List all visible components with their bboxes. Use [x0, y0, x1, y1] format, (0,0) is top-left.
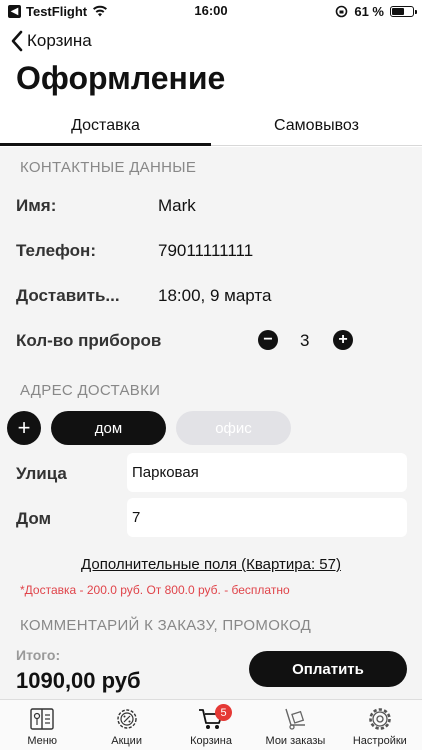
delivery-tabs: Доставка Самовывоз	[0, 108, 422, 146]
cutlery-label: Кол-во приборов	[16, 331, 162, 350]
wifi-icon	[93, 5, 108, 17]
comment-header[interactable]: КОММЕНТАРИЙ К ЗАКАЗУ, ПРОМОКОД	[20, 617, 311, 634]
tabbar-item-cart[interactable]: 5 Корзина	[169, 700, 253, 750]
add-address-button[interactable]: +	[7, 411, 41, 445]
name-label: Имя:	[16, 196, 57, 215]
battery-percent: 61 %	[354, 3, 384, 19]
back-button[interactable]: Корзина	[10, 30, 92, 52]
cutlery-minus-button[interactable]: −	[258, 330, 278, 350]
tabbar-item-menu[interactable]: Меню	[0, 700, 84, 750]
tabbar-label: Настройки	[352, 735, 407, 747]
tab-delivery[interactable]: Доставка	[0, 108, 211, 146]
status-bar: ◀ TestFlight 16:00 61 %	[0, 0, 422, 22]
contact-header: КОНТАКТНЫЕ ДАННЫЕ	[20, 159, 197, 176]
address-header: АДРЕС ДОСТАВКИ	[20, 382, 161, 399]
delivery-time-label: Доставить...	[16, 286, 120, 305]
tabbar-label: Меню	[27, 735, 58, 747]
phone-label: Телефон:	[16, 241, 96, 260]
tab-pickup[interactable]: Самовывоз	[211, 108, 422, 145]
total-value: 1090,00 руб	[16, 668, 141, 693]
battery-icon	[390, 5, 417, 17]
page-title: Оформление	[16, 60, 226, 96]
tabbar-label: Акции	[111, 735, 142, 747]
tabbar-item-settings[interactable]: Настройки	[338, 700, 422, 750]
address-chip-office[interactable]: офис	[176, 411, 291, 445]
phone-value[interactable]: 79011111111	[158, 241, 253, 261]
settings-gear-icon	[369, 708, 391, 730]
total-label: Итого:	[16, 647, 61, 663]
cutlery-plus-button[interactable]: +	[333, 330, 353, 350]
delivery-time-value[interactable]: 18:00, 9 марта	[158, 286, 271, 306]
back-to-app-icon[interactable]: ◀	[8, 4, 21, 18]
delivery-note: *Доставка - 200.0 руб. От 800.0 руб. - б…	[20, 583, 290, 597]
cart-badge: 5	[215, 704, 233, 721]
street-label: Улица	[16, 464, 67, 483]
extra-fields-link[interactable]: Дополнительные поля (Квартира: 57)	[0, 556, 422, 573]
tabbar-item-orders[interactable]: Мои заказы	[253, 700, 337, 750]
menu-book-icon	[30, 708, 54, 730]
house-input[interactable]: 7	[127, 498, 407, 537]
tabbar-label: Мои заказы	[265, 735, 326, 747]
tabbar-label: Корзина	[190, 735, 232, 747]
discount-gear-icon	[116, 709, 137, 729]
house-label: Дом	[16, 509, 52, 528]
hand-truck-icon	[285, 708, 306, 730]
address-chip-home[interactable]: дом	[51, 411, 166, 445]
rotation-lock-icon	[336, 5, 348, 17]
back-label: Корзина	[27, 31, 92, 50]
pay-button[interactable]: Оплатить	[249, 651, 407, 687]
bottom-tab-bar: Меню Акции 5 Корзина Мои заказы Настройк…	[0, 699, 422, 750]
name-value[interactable]: Mark	[158, 196, 196, 216]
chevron-left-icon	[11, 30, 23, 52]
cutlery-count: 3	[300, 331, 310, 350]
carrier-label: TestFlight	[26, 3, 88, 19]
tabbar-item-promos[interactable]: Акции	[84, 700, 168, 750]
street-input[interactable]: Парковая	[127, 453, 407, 492]
